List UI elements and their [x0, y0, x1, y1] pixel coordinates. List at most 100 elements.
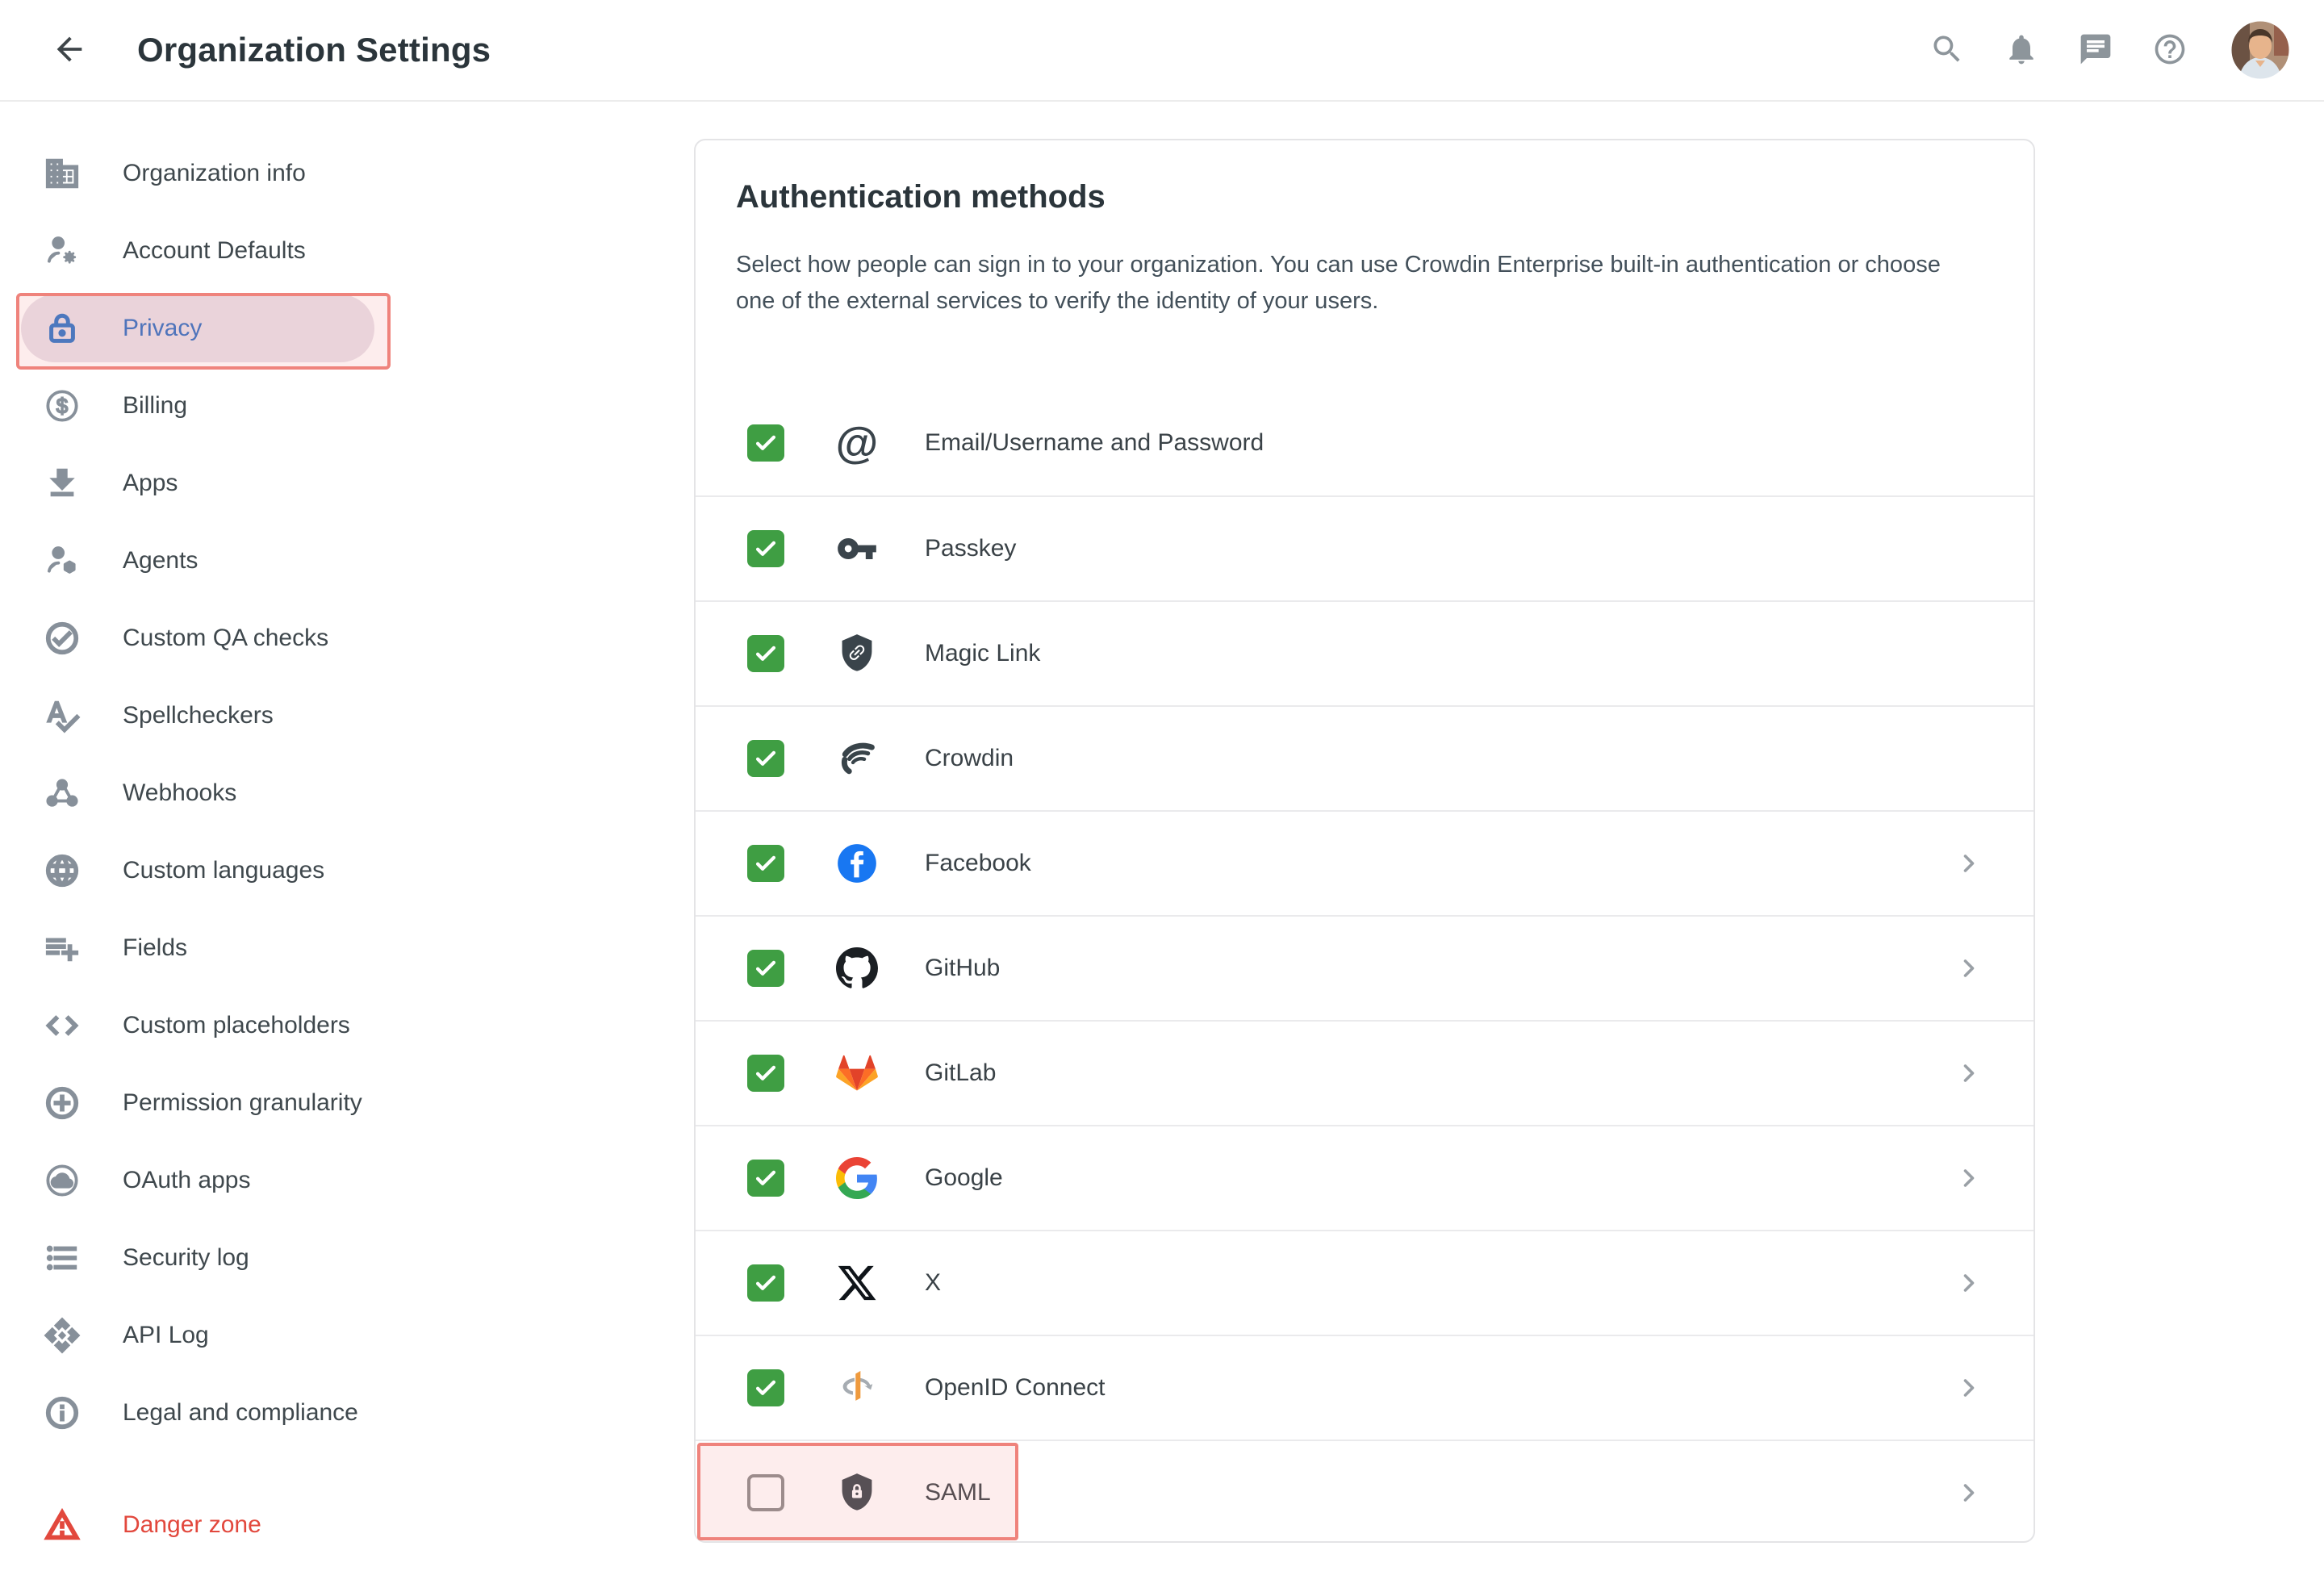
- notifications-button[interactable]: [2001, 30, 2042, 70]
- sidebar-item-label: Privacy: [123, 315, 202, 342]
- sidebar-item-organization-info[interactable]: Organization info: [0, 135, 694, 212]
- sidebar-item-label: Custom languages: [123, 857, 324, 884]
- openid-icon: [834, 1365, 880, 1410]
- main-content: Authentication methods Select how people…: [694, 102, 2324, 1588]
- chevron-right-icon[interactable]: [1953, 1267, 1985, 1299]
- sidebar-item-label: Custom placeholders: [123, 1012, 350, 1039]
- auth-method-row-github[interactable]: GitHub: [696, 915, 2034, 1020]
- sidebar-item-agents[interactable]: Agents: [0, 522, 694, 600]
- sidebar-item-fields[interactable]: Fields: [0, 909, 694, 987]
- sidebar-item-label: Danger zone: [123, 1511, 261, 1539]
- auth-method-row-gitlab[interactable]: GitLab: [696, 1020, 2034, 1125]
- chevron-right-icon[interactable]: [1953, 1162, 1985, 1194]
- bell-icon: [2004, 31, 2039, 69]
- facebook-icon: [834, 841, 880, 886]
- sidebar-item-api-log[interactable]: API Log: [0, 1297, 694, 1374]
- search-button[interactable]: [1927, 30, 1967, 70]
- card-title: Authentication methods: [736, 178, 1985, 216]
- sidebar-item-label: Custom QA checks: [123, 625, 328, 652]
- shield-lock-icon: [834, 1470, 880, 1515]
- auth-method-label: SAML: [925, 1479, 991, 1507]
- auth-method-row-x[interactable]: X: [696, 1230, 2034, 1335]
- list-icon: [43, 1239, 82, 1277]
- card-description: Select how people can sign in to your or…: [736, 247, 1983, 320]
- auth-method-label: Passkey: [925, 535, 1016, 562]
- sidebar-item-legal-and-compliance[interactable]: Legal and compliance: [0, 1374, 694, 1452]
- auth-method-row-passkey: Passkey: [696, 495, 2034, 600]
- checked-checkbox[interactable]: [747, 1055, 784, 1092]
- auth-method-row-saml[interactable]: SAML: [696, 1440, 2034, 1543]
- chevron-right-icon[interactable]: [1953, 1372, 1985, 1404]
- auth-method-label: Email/Username and Password: [925, 429, 1264, 457]
- sidebar-item-label: Apps: [123, 470, 178, 497]
- sidebar-item-account-defaults[interactable]: Account Defaults: [0, 212, 694, 290]
- chevron-right-icon[interactable]: [1953, 952, 1985, 984]
- sidebar-item-label: Permission granularity: [123, 1089, 362, 1117]
- sidebar-item-label: Legal and compliance: [123, 1399, 358, 1427]
- auth-method-label: Google: [925, 1164, 1003, 1192]
- globe-icon: [43, 851, 82, 890]
- auth-method-label: GitLab: [925, 1059, 996, 1087]
- sidebar-item-apps[interactable]: Apps: [0, 445, 694, 522]
- sidebar-item-custom-qa-checks[interactable]: Custom QA checks: [0, 600, 694, 677]
- svg-text:$: $: [56, 395, 68, 418]
- unchecked-checkbox[interactable]: [747, 1474, 784, 1511]
- auth-method-label: Magic Link: [925, 640, 1040, 667]
- auth-method-row-openid-connect[interactable]: OpenID Connect: [696, 1335, 2034, 1440]
- playlist-add-icon: [43, 929, 82, 967]
- sidebar-item-label: Organization info: [123, 160, 306, 187]
- sidebar-item-security-log[interactable]: Security log: [0, 1219, 694, 1297]
- auth-method-label: Facebook: [925, 850, 1031, 877]
- checked-checkbox[interactable]: [747, 845, 784, 882]
- back-arrow-icon: [51, 31, 88, 70]
- help-button[interactable]: [2150, 30, 2190, 70]
- sidebar: Organization info Account Defaults Privacy…: [0, 102, 694, 1588]
- back-button[interactable]: [48, 29, 90, 71]
- sidebar-item-webhooks[interactable]: Webhooks: [0, 754, 694, 832]
- auth-method-row-google[interactable]: Google: [696, 1125, 2034, 1230]
- auth-method-row-crowdin: Crowdin: [696, 705, 2034, 810]
- chevron-right-icon[interactable]: [1953, 1477, 1985, 1509]
- chevron-right-icon[interactable]: [1953, 847, 1985, 880]
- header-actions: [1927, 18, 2293, 82]
- sidebar-item-oauth-apps[interactable]: OAuth apps: [0, 1142, 694, 1219]
- cloud-circle-icon: [43, 1161, 82, 1200]
- auth-method-label: GitHub: [925, 955, 1000, 982]
- sidebar-item-label: Fields: [123, 934, 187, 962]
- sidebar-item-permission-granularity[interactable]: Permission granularity: [0, 1064, 694, 1142]
- sidebar-item-spellcheckers[interactable]: Spellcheckers: [0, 677, 694, 754]
- chevron-right-icon[interactable]: [1953, 1057, 1985, 1089]
- checked-checkbox[interactable]: [747, 424, 784, 462]
- checked-checkbox[interactable]: [747, 1160, 784, 1197]
- sidebar-item-label: Security log: [123, 1244, 249, 1272]
- sidebar-item-danger-zone[interactable]: Danger zone: [0, 1486, 694, 1564]
- checked-checkbox[interactable]: [747, 635, 784, 672]
- checked-checkbox[interactable]: [747, 950, 784, 987]
- checked-checkbox[interactable]: [747, 1264, 784, 1302]
- spellcheck-icon: [43, 696, 82, 735]
- info-icon: [43, 1394, 82, 1432]
- user-avatar[interactable]: [2229, 18, 2293, 82]
- page-title: Organization Settings: [137, 31, 491, 69]
- auth-method-label: X: [925, 1269, 941, 1297]
- sidebar-item-billing[interactable]: $ Billing: [0, 367, 694, 445]
- sidebar-item-custom-placeholders[interactable]: Custom placeholders: [0, 987, 694, 1064]
- check-circle-icon: [43, 619, 82, 658]
- auth-method-row-facebook[interactable]: Facebook: [696, 810, 2034, 915]
- auth-method-label: Crowdin: [925, 745, 1014, 772]
- chat-icon: [2078, 31, 2113, 69]
- sidebar-item-label: Billing: [123, 392, 187, 420]
- at-icon: @: [834, 420, 880, 466]
- sidebar-item-privacy[interactable]: Privacy: [0, 290, 694, 367]
- download-icon: [43, 464, 82, 503]
- sidebar-item-label: OAuth apps: [123, 1167, 250, 1194]
- auth-method-label: OpenID Connect: [925, 1374, 1105, 1402]
- checked-checkbox[interactable]: [747, 530, 784, 567]
- checked-checkbox[interactable]: [747, 1369, 784, 1406]
- sidebar-item-custom-languages[interactable]: Custom languages: [0, 832, 694, 909]
- code-icon: [43, 1006, 82, 1045]
- sidebar-item-label: Spellcheckers: [123, 702, 274, 729]
- x-icon: [834, 1260, 880, 1306]
- checked-checkbox[interactable]: [747, 740, 784, 777]
- messages-button[interactable]: [2075, 30, 2116, 70]
